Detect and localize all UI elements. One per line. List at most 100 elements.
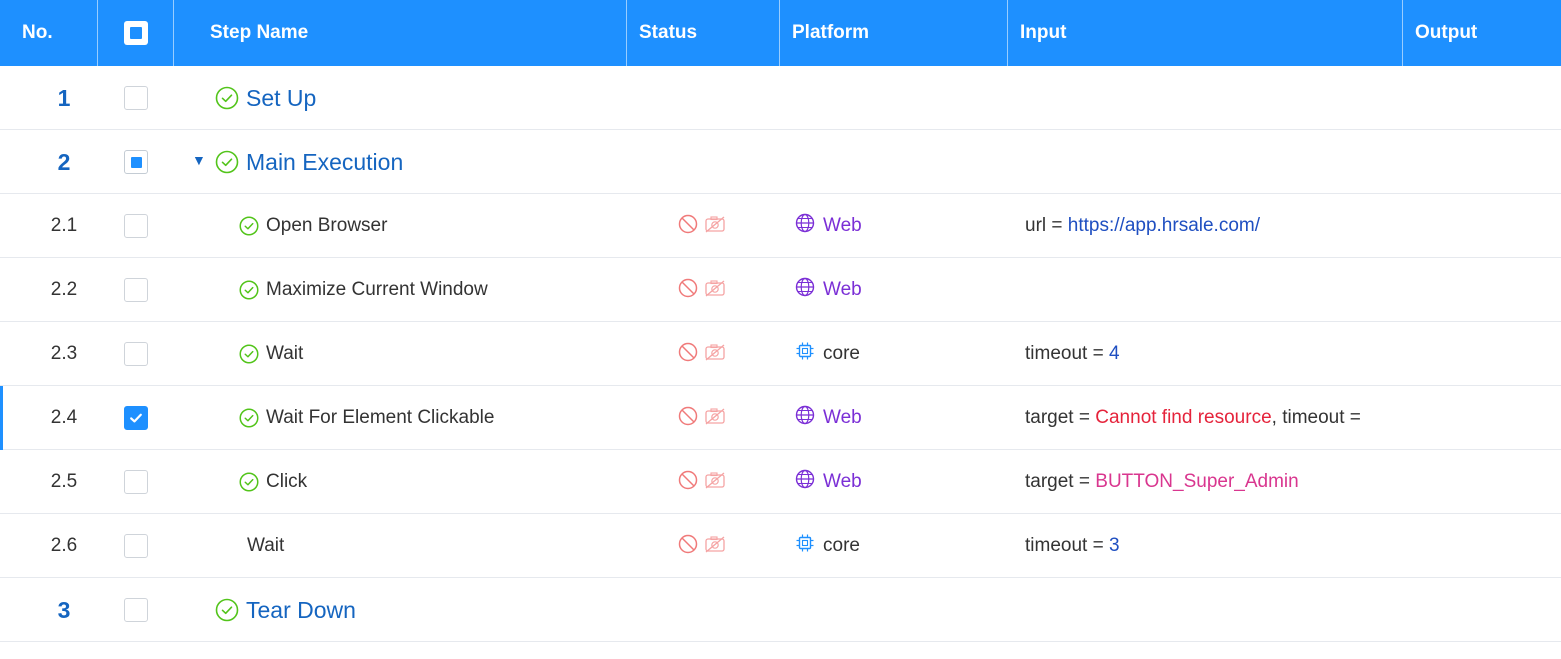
input-cell[interactable]: timeout = 3: [1025, 514, 1405, 578]
table-row[interactable]: 1 Set Up: [0, 66, 1561, 130]
step-name[interactable]: Wait For Element Clickable: [266, 407, 494, 429]
step-name-cell[interactable]: Tear Down: [215, 578, 356, 642]
input-value-error[interactable]: Cannot find resource: [1095, 407, 1271, 429]
header-platform[interactable]: Platform: [792, 0, 869, 66]
table-row[interactable]: 2.1 Open Browser Web url = https://app.h…: [0, 194, 1561, 258]
step-name-cell[interactable]: Click: [239, 450, 307, 514]
step-name[interactable]: Maximize Current Window: [266, 279, 488, 301]
status-cell: [678, 258, 738, 322]
step-name[interactable]: Main Execution: [246, 149, 403, 176]
input-equals: =: [1092, 343, 1104, 364]
input-cell[interactable]: target = Cannot find resource, timeout =: [1025, 386, 1405, 450]
step-name[interactable]: Set Up: [246, 85, 316, 112]
table-row[interactable]: 2.6 Wait core timeout = 3: [0, 514, 1561, 578]
header-select-all[interactable]: [124, 0, 148, 66]
table-row[interactable]: 2.3 Wait core timeout = 4: [0, 322, 1561, 386]
row-checkbox-partial[interactable]: [124, 150, 148, 174]
input-value[interactable]: 4: [1109, 343, 1120, 365]
row-select[interactable]: [124, 514, 148, 578]
input-value[interactable]: https://app.hrsale.com/: [1068, 215, 1260, 237]
checkmark-icon: [130, 413, 142, 423]
step-name[interactable]: Open Browser: [266, 215, 387, 237]
step-name-cell[interactable]: Wait: [247, 514, 284, 578]
input-equals: =: [1051, 215, 1063, 236]
step-name[interactable]: Tear Down: [246, 597, 356, 624]
step-name[interactable]: Click: [266, 471, 307, 493]
select-all-checkbox[interactable]: [124, 21, 148, 45]
row-checkbox[interactable]: [124, 278, 148, 302]
row-select[interactable]: [124, 66, 148, 130]
platform-cell: core: [795, 322, 995, 386]
row-select[interactable]: [124, 578, 148, 642]
step-number: 3: [57, 596, 71, 623]
globe-icon: [795, 405, 815, 431]
platform-label: Web: [823, 407, 862, 428]
ban-icon[interactable]: [678, 534, 698, 559]
row-checkbox[interactable]: [124, 598, 148, 622]
step-number: 1: [57, 84, 71, 111]
camera-off-icon[interactable]: [704, 534, 726, 559]
ban-icon[interactable]: [678, 214, 698, 239]
table-row-selected[interactable]: 2.4 Wait For Element Clickable Web targe…: [0, 386, 1561, 450]
input-cell[interactable]: target = BUTTON_Super_Admin: [1025, 450, 1405, 514]
row-checkbox-checked[interactable]: [124, 406, 148, 430]
platform-cell: Web: [795, 386, 995, 450]
input-value-object[interactable]: BUTTON_Super_Admin: [1095, 471, 1298, 493]
input-cell[interactable]: url = https://app.hrsale.com/: [1025, 194, 1405, 258]
input-cell[interactable]: timeout = 4: [1025, 322, 1405, 386]
header-step-name[interactable]: Step Name: [210, 0, 308, 66]
ban-icon[interactable]: [678, 470, 698, 495]
platform-label: core: [823, 535, 860, 556]
table-row[interactable]: 3 Tear Down: [0, 578, 1561, 642]
ban-icon[interactable]: [678, 342, 698, 367]
row-checkbox[interactable]: [124, 470, 148, 494]
row-checkbox[interactable]: [124, 534, 148, 558]
step-name-cell[interactable]: Set Up: [215, 66, 316, 130]
step-name[interactable]: Wait: [247, 535, 284, 557]
check-circle-icon: [239, 280, 259, 300]
row-select[interactable]: [124, 322, 148, 386]
table-row[interactable]: 2 ▼ Main Execution: [0, 130, 1561, 194]
step-number: 2: [57, 148, 71, 175]
row-checkbox[interactable]: [124, 342, 148, 366]
camera-off-icon[interactable]: [704, 214, 726, 239]
row-select[interactable]: [124, 386, 148, 450]
platform-label: Web: [823, 279, 862, 300]
step-name-cell[interactable]: Main Execution: [215, 130, 403, 194]
input-value[interactable]: 3: [1109, 535, 1120, 557]
table-header: No. Step Name Status Platform Input Outp…: [0, 0, 1561, 66]
camera-off-icon[interactable]: [704, 470, 726, 495]
header-input[interactable]: Input: [1020, 0, 1066, 66]
header-status[interactable]: Status: [639, 0, 697, 66]
table-row[interactable]: 2.2 Maximize Current Window Web: [0, 258, 1561, 322]
platform-cell: Web: [795, 258, 995, 322]
row-select[interactable]: [124, 258, 148, 322]
chip-icon: [795, 341, 815, 367]
row-select[interactable]: [124, 450, 148, 514]
row-checkbox[interactable]: [124, 86, 148, 110]
step-name-cell[interactable]: Wait: [239, 322, 303, 386]
globe-icon: [795, 213, 815, 239]
step-number: 2.1: [50, 215, 78, 236]
platform-label: Web: [823, 471, 862, 492]
check-circle-icon: [239, 408, 259, 428]
platform-label: core: [823, 343, 860, 364]
step-name-cell[interactable]: Wait For Element Clickable: [239, 386, 494, 450]
caret-down-icon[interactable]: ▼: [192, 152, 206, 168]
camera-off-icon[interactable]: [704, 342, 726, 367]
header-output[interactable]: Output: [1415, 0, 1477, 66]
table-row[interactable]: 2.5 Click Web target = BUTTON_Super_Admi…: [0, 450, 1561, 514]
ban-icon[interactable]: [678, 406, 698, 431]
row-checkbox[interactable]: [124, 214, 148, 238]
camera-off-icon[interactable]: [704, 406, 726, 431]
camera-off-icon[interactable]: [704, 278, 726, 303]
step-name-cell[interactable]: Open Browser: [239, 194, 387, 258]
row-select[interactable]: [124, 130, 148, 194]
row-select[interactable]: [124, 194, 148, 258]
ban-icon[interactable]: [678, 278, 698, 303]
input-key: url: [1025, 215, 1047, 236]
header-no[interactable]: No.: [22, 0, 53, 66]
input-equals: =: [1078, 471, 1090, 492]
step-name[interactable]: Wait: [266, 343, 303, 365]
step-name-cell[interactable]: Maximize Current Window: [239, 258, 488, 322]
